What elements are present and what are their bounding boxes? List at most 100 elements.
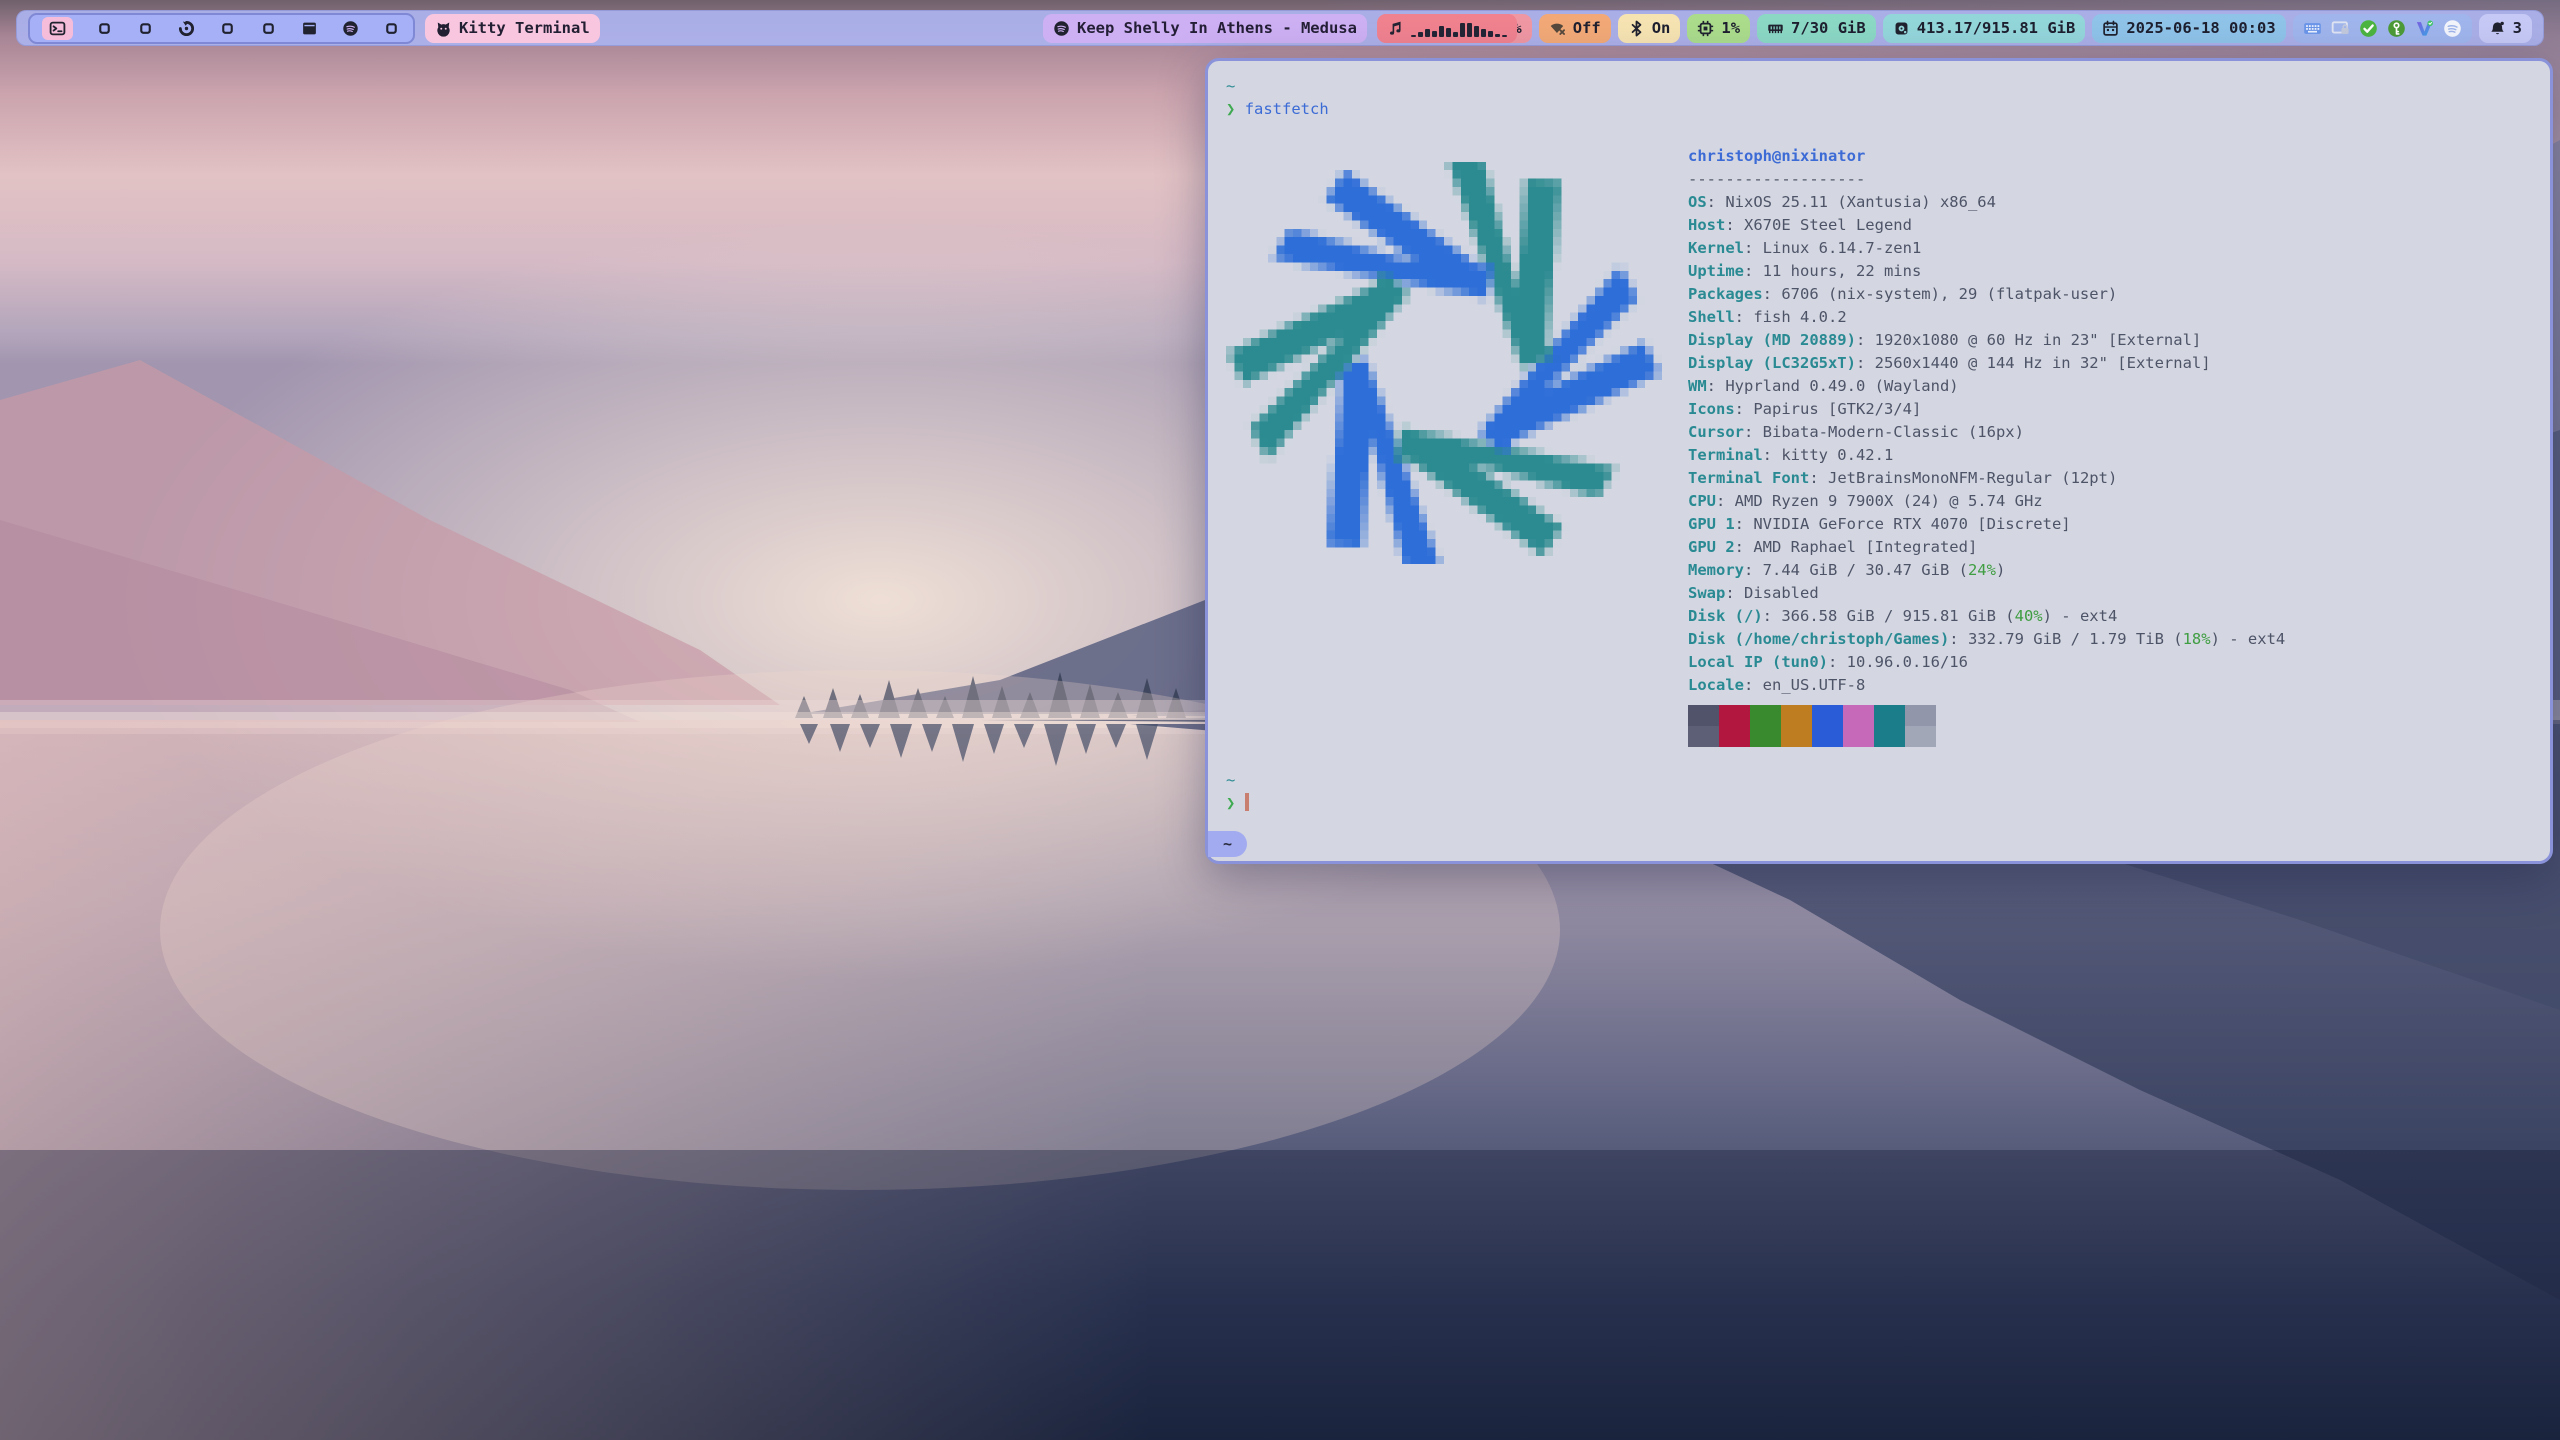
notifications-widget[interactable]: 3 <box>2479 14 2532 43</box>
visualizer-bar <box>1439 26 1444 37</box>
bluetooth-widget[interactable]: On <box>1618 14 1681 43</box>
palette-swatch <box>1812 705 1843 726</box>
fastfetch-line: christoph@nixinator <box>1688 145 2285 168</box>
screenshare-lock-icon[interactable] <box>2331 19 2350 38</box>
memory-value: 7/30 GiB <box>1791 19 1866 37</box>
wifi-value: Off <box>1573 19 1601 37</box>
music-note-icon <box>1387 20 1404 37</box>
palette-swatch <box>1843 705 1874 726</box>
workspace-6[interactable] <box>259 18 278 39</box>
palette-swatch <box>1781 705 1812 726</box>
datetime-value: 2025-06-18 00:03 <box>2126 19 2275 37</box>
fastfetch-line: Icons: Papirus [GTK2/3/4] <box>1688 398 2285 421</box>
bluetooth-value: On <box>1652 19 1671 37</box>
clock-widget[interactable]: 2025-06-18 00:03 <box>2092 14 2285 43</box>
window-icon <box>301 20 318 37</box>
fastfetch-info: christoph@nixinator-------------------OS… <box>1688 145 2285 747</box>
desktop: Kitty Terminal Keep Shelly In Athens - M… <box>0 0 2560 1440</box>
visualizer-bar <box>1446 28 1451 37</box>
wifi-widget[interactable]: Off <box>1539 14 1611 43</box>
audio-visualizer-widget[interactable] <box>1377 14 1517 43</box>
cpu-value: 1% <box>1721 19 1740 37</box>
fastfetch-line: GPU 2: AMD Raphael [Integrated] <box>1688 536 2285 559</box>
window-title-label: Kitty Terminal <box>459 19 590 37</box>
palette-swatch <box>1781 726 1812 747</box>
workspace-7[interactable] <box>300 18 319 39</box>
terminal-tab-label: ~ <box>1223 833 1232 856</box>
visualizer-bar <box>1411 35 1416 37</box>
spotify-tray-icon[interactable] <box>2443 19 2462 38</box>
memory-widget[interactable]: 7/30 GiB <box>1757 14 1876 43</box>
current-prompt[interactable]: ~ ❯ <box>1226 769 2532 815</box>
vesktop-icon[interactable] <box>2415 19 2434 38</box>
fastfetch-output: christoph@nixinator-------------------OS… <box>1226 145 2532 747</box>
fastfetch-line: Local IP (tun0): 10.96.0.16/16 <box>1688 651 2285 674</box>
palette-swatch <box>1874 726 1905 747</box>
palette-swatch <box>1688 705 1719 726</box>
terminal-color-palette <box>1688 705 2285 747</box>
palette-swatch <box>1750 726 1781 747</box>
fastfetch-line: CPU: AMD Ryzen 9 7900X (24) @ 5.74 GHz <box>1688 490 2285 513</box>
workspace-empty-icon <box>137 20 154 37</box>
palette-swatch <box>1750 705 1781 726</box>
fastfetch-line: WM: Hyprland 0.49.0 (Wayland) <box>1688 375 2285 398</box>
cpu-widget[interactable]: 1% <box>1687 14 1750 43</box>
spotify-icon <box>342 20 359 37</box>
keepassxc-key-icon[interactable] <box>2387 19 2406 38</box>
keyboard-icon[interactable] <box>2303 19 2322 38</box>
visualizer-bars <box>1411 19 1507 37</box>
disk-value: 413.17/915.81 GiB <box>1917 19 2076 37</box>
fastfetch-line: Display (LC32G5xT): 2560x1440 @ 144 Hz i… <box>1688 352 2285 375</box>
browser-icon <box>178 20 195 37</box>
palette-swatch <box>1719 726 1750 747</box>
fastfetch-line: Shell: fish 4.0.2 <box>1688 306 2285 329</box>
fastfetch-line: Packages: 6706 (nix-system), 29 (flatpak… <box>1688 283 2285 306</box>
palette-swatch <box>1688 726 1719 747</box>
palette-swatch <box>1812 726 1843 747</box>
terminal-content: ~ ❯ fastfetch christoph@nixinator-------… <box>1208 61 2550 861</box>
command-text: fastfetch <box>1245 100 1329 118</box>
kitty-cat-icon <box>435 20 452 37</box>
calendar-icon <box>2102 20 2119 37</box>
workspace-1[interactable] <box>42 17 73 40</box>
spotify-icon <box>1053 20 1070 37</box>
text-cursor <box>1245 793 1249 811</box>
check-circle-icon[interactable] <box>2359 19 2378 38</box>
fastfetch-line: ------------------- <box>1688 168 2285 191</box>
workspace-4[interactable] <box>177 18 196 39</box>
workspace-empty-icon <box>383 20 400 37</box>
workspace-9[interactable] <box>382 18 401 39</box>
workspace-3[interactable] <box>136 18 155 39</box>
workspace-5[interactable] <box>218 18 237 39</box>
fastfetch-line: GPU 1: NVIDIA GeForce RTX 4070 [Discrete… <box>1688 513 2285 536</box>
fastfetch-line: Disk (/home/christoph/Games): 332.79 GiB… <box>1688 628 2285 651</box>
disk-icon <box>1893 20 1910 37</box>
palette-swatch <box>1905 705 1936 726</box>
workspace-2[interactable] <box>95 18 114 39</box>
palette-swatch <box>1719 705 1750 726</box>
fastfetch-line: Cursor: Bibata-Modern-Classic (16px) <box>1688 421 2285 444</box>
terminal-tab[interactable]: ~ <box>1208 831 1247 857</box>
bell-icon <box>2489 20 2506 37</box>
now-playing-label: Keep Shelly In Athens - Medusa <box>1077 19 1357 37</box>
disk-widget[interactable]: 413.17/915.81 GiB <box>1883 14 2086 43</box>
fastfetch-line: Terminal: kitty 0.42.1 <box>1688 444 2285 467</box>
palette-swatch <box>1874 705 1905 726</box>
fastfetch-line: Locale: en_US.UTF-8 <box>1688 674 2285 697</box>
fastfetch-line: Uptime: 11 hours, 22 mins <box>1688 260 2285 283</box>
visualizer-bar <box>1474 26 1479 37</box>
visualizer-bar <box>1453 32 1458 37</box>
nixos-logo <box>1226 145 1662 581</box>
fastfetch-line: Display (MD 20889): 1920x1080 @ 60 Hz in… <box>1688 329 2285 352</box>
fastfetch-line: Kernel: Linux 6.14.7-zen1 <box>1688 237 2285 260</box>
active-window-title[interactable]: Kitty Terminal <box>425 14 600 43</box>
now-playing-widget[interactable]: Keep Shelly In Athens - Medusa <box>1043 14 1367 43</box>
terminal-window[interactable]: ~ ❯ fastfetch christoph@nixinator-------… <box>1205 58 2553 864</box>
prompt-line-path: ~ <box>1226 75 2532 98</box>
palette-swatch <box>1905 726 1936 747</box>
palette-swatch <box>1843 726 1874 747</box>
workspace-8[interactable] <box>341 18 360 39</box>
workspace-empty-icon <box>260 20 277 37</box>
fastfetch-line: Host: X670E Steel Legend <box>1688 214 2285 237</box>
visualizer-bar <box>1502 35 1507 37</box>
